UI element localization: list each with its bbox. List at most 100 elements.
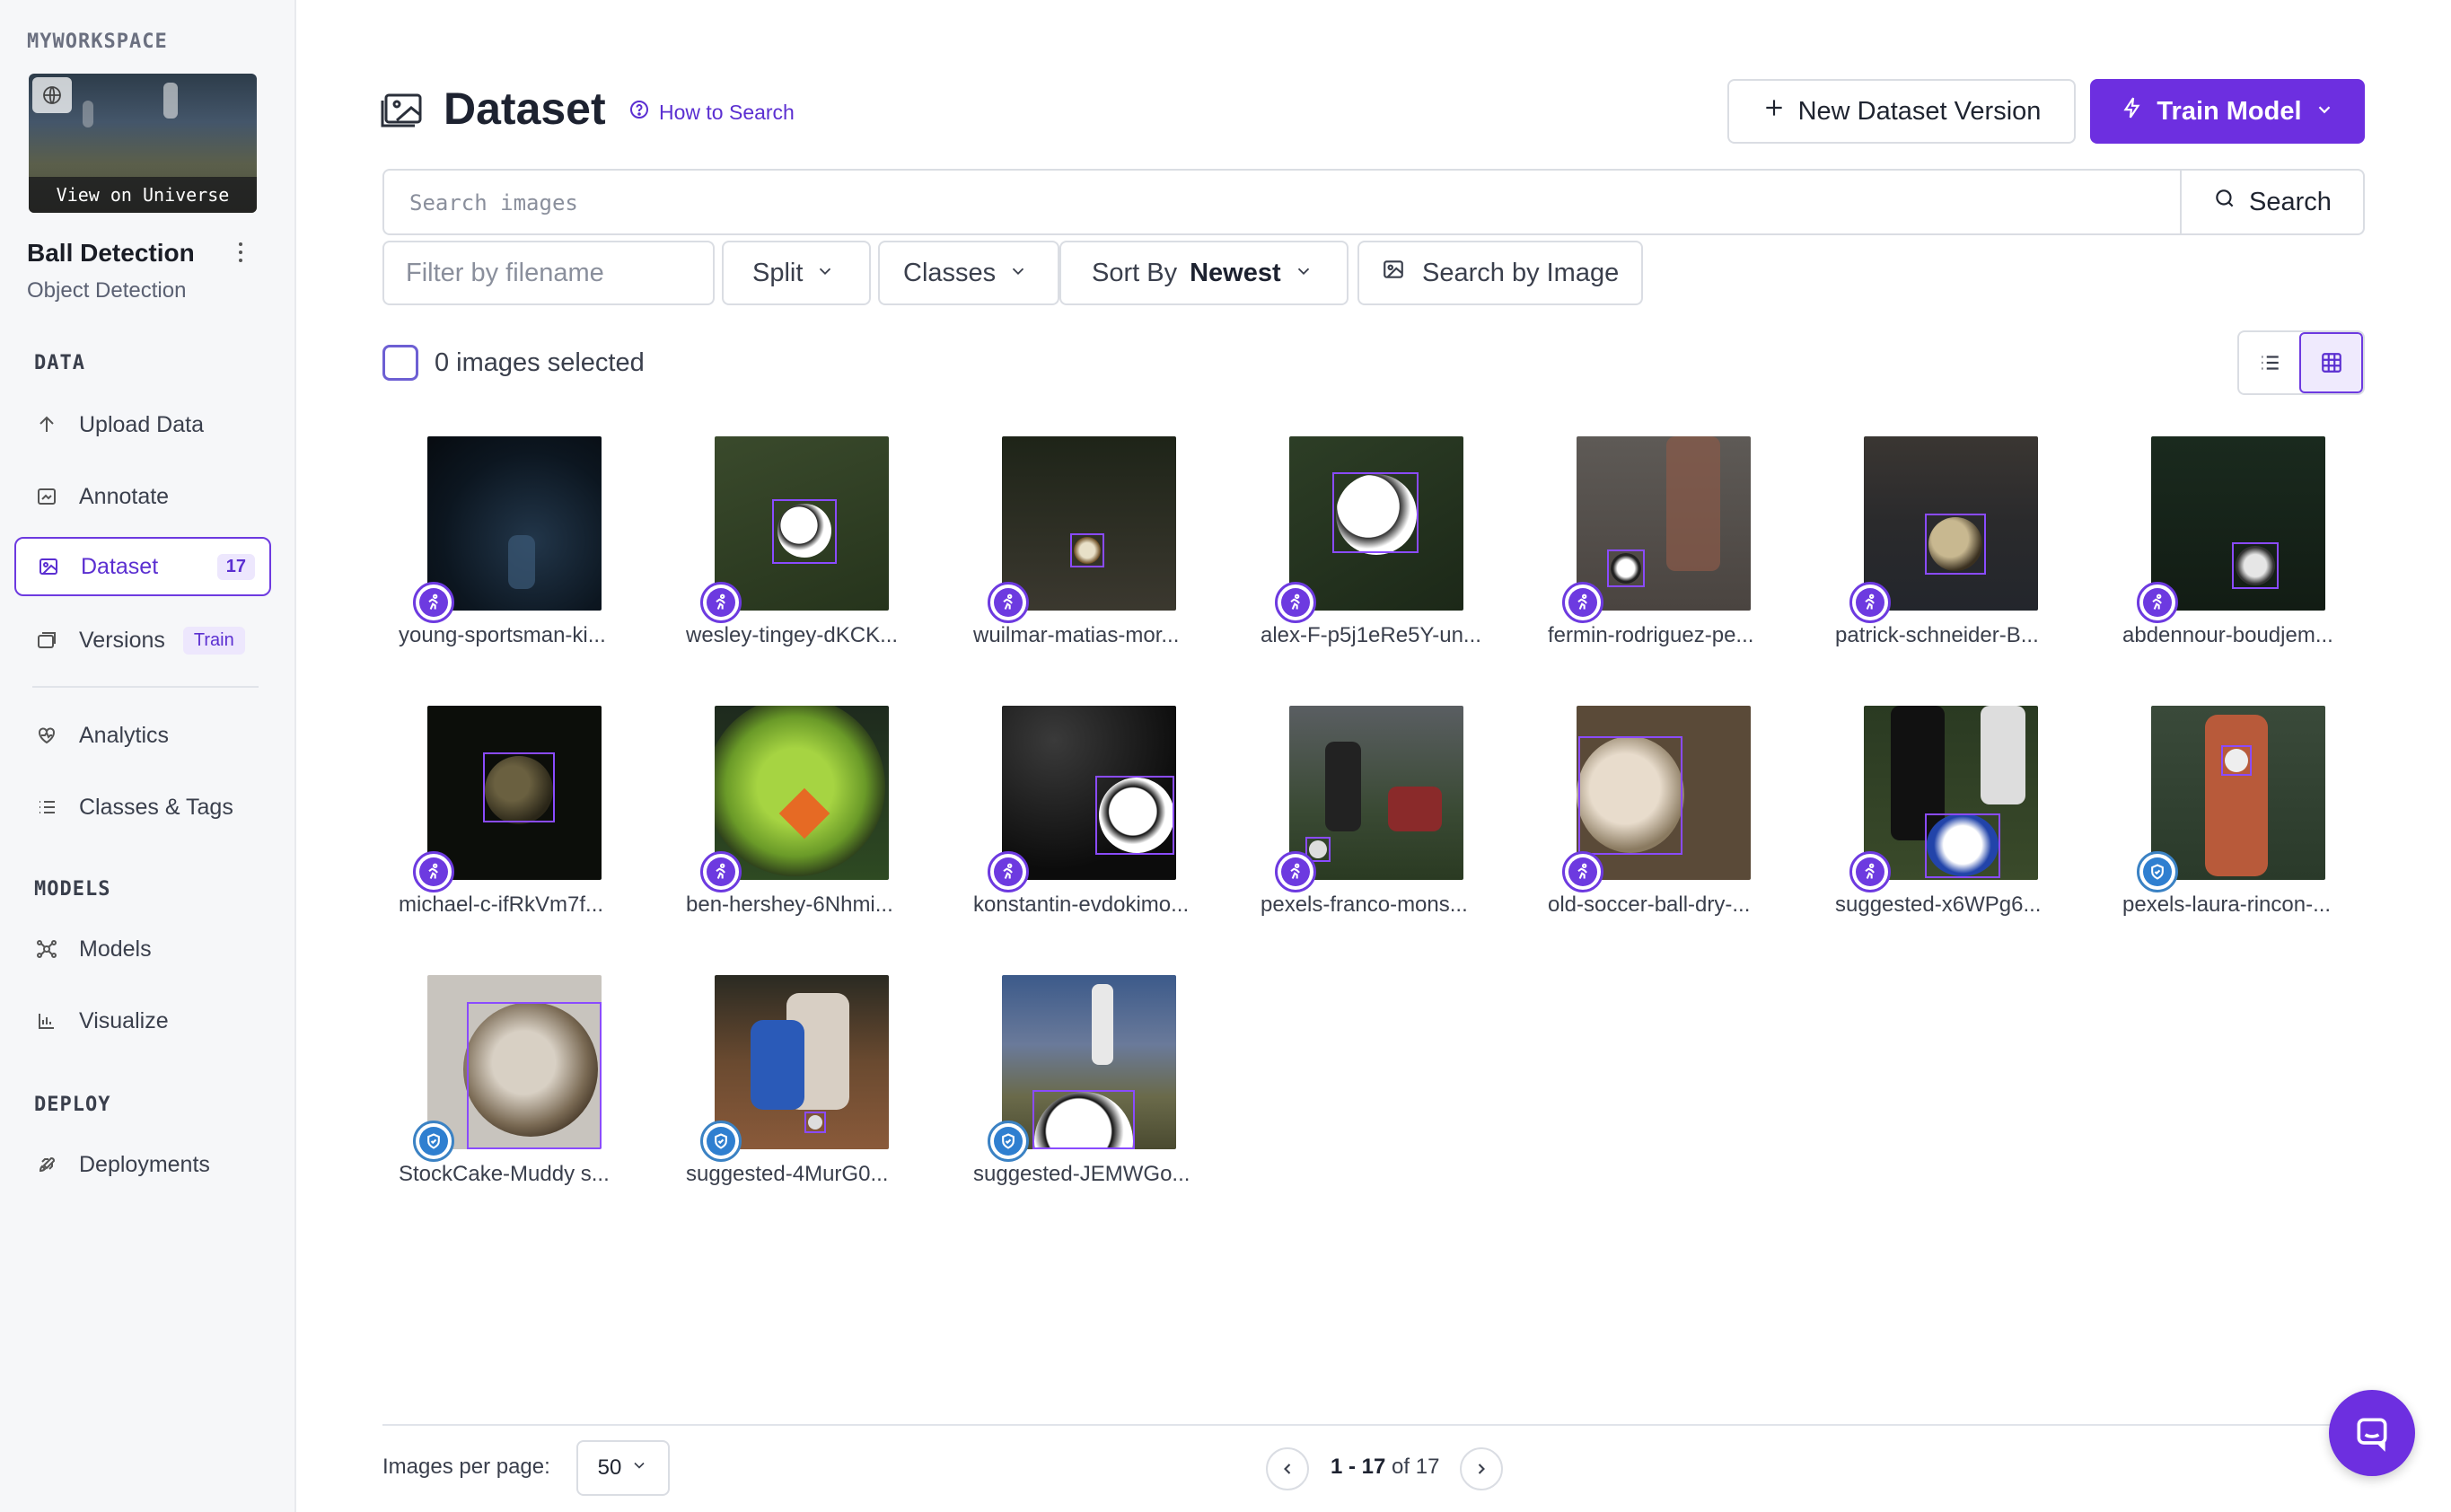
approved-status-icon: [988, 1121, 1029, 1162]
annotating-status-icon: [700, 851, 742, 892]
view-on-universe-link[interactable]: View on Universe: [29, 177, 257, 213]
sidebar-item-models[interactable]: Models: [14, 919, 271, 979]
how-to-search-label: How to Search: [659, 100, 795, 124]
chat-button[interactable]: [2329, 1390, 2415, 1476]
models-icon: [34, 936, 59, 962]
versions-icon: [34, 628, 59, 653]
image-thumbnail: [2151, 706, 2325, 880]
sidebar-divider: [32, 686, 259, 688]
sidebar-item-annotate[interactable]: Annotate: [14, 467, 271, 526]
project-thumbnail[interactable]: View on Universe: [29, 74, 257, 213]
search-by-image-button[interactable]: Search by Image: [1357, 241, 1643, 305]
sort-label: Sort By: [1092, 258, 1178, 287]
sort-dropdown[interactable]: Sort By Newest: [1059, 241, 1348, 305]
image-tile[interactable]: konstantin-evdokimo...: [957, 706, 1226, 921]
image-tile[interactable]: suggested-x6WPg6...: [1819, 706, 2088, 921]
image-tile[interactable]: patrick-schneider-B...: [1819, 436, 2088, 652]
per-page-select[interactable]: 50: [576, 1440, 670, 1496]
image-thumbnail: [1864, 706, 2038, 880]
image-tile[interactable]: ben-hershey-6Nhmi...: [670, 706, 939, 921]
dataset-count-badge: 17: [216, 553, 255, 580]
image-tile[interactable]: pexels-franco-mons...: [1244, 706, 1514, 921]
sidebar-item-label: Dataset: [81, 553, 159, 579]
thumbnail-figure: [83, 101, 93, 127]
chevron-down-icon: [1008, 259, 1028, 288]
chevron-down-icon: [1294, 259, 1313, 288]
image-tile[interactable]: alex-F-p5j1eRe5Y-un...: [1244, 436, 1514, 652]
image-filename: suggested-JEMWGo...: [973, 1162, 1190, 1186]
section-deploy: DEPLOY: [34, 1094, 111, 1116]
project-type: Object Detection: [27, 278, 187, 303]
image-tile[interactable]: abdennour-boudjem...: [2106, 436, 2376, 652]
footer-divider: [382, 1424, 2365, 1426]
image-icon: [1381, 258, 1406, 288]
image-thumbnail: [1289, 706, 1463, 880]
page-total: of 17: [1392, 1455, 1440, 1479]
next-page-button[interactable]: [1460, 1447, 1503, 1490]
annotating-status-icon: [988, 851, 1029, 892]
filename-filter-input[interactable]: [406, 258, 702, 288]
image-thumbnail: [715, 706, 889, 880]
sidebar-item-analytics[interactable]: Analytics: [14, 706, 271, 765]
image-tile[interactable]: fermin-rodriguez-pe...: [1532, 436, 1801, 652]
image-thumbnail: [1864, 436, 2038, 611]
image-thumbnail: [1289, 436, 1463, 611]
image-filename: alex-F-p5j1eRe5Y-un...: [1261, 623, 1481, 647]
image-thumbnail: [715, 436, 889, 611]
annotating-status-icon: [1562, 851, 1603, 892]
sidebar-item-versions[interactable]: Versions Train: [14, 611, 271, 670]
sidebar-item-dataset[interactable]: Dataset 17: [14, 537, 271, 596]
classes-dropdown[interactable]: Classes: [878, 241, 1059, 305]
image-filename: young-sportsman-ki...: [399, 623, 606, 647]
image-tile[interactable]: suggested-JEMWGo...: [957, 975, 1226, 1191]
annotating-status-icon: [413, 582, 454, 623]
image-tile[interactable]: suggested-4MurG0...: [670, 975, 939, 1191]
filename-filter: [382, 241, 715, 305]
sidebar-item-label: Visualize: [79, 1007, 169, 1033]
image-thumbnail: [1577, 706, 1751, 880]
image-filename: wesley-tingey-dKCK...: [686, 623, 899, 647]
image-thumbnail: [1002, 706, 1176, 880]
image-icon: [36, 554, 61, 579]
image-tile[interactable]: wuilmar-matias-mor...: [957, 436, 1226, 652]
search-button[interactable]: Search: [2180, 171, 2363, 233]
heart-pulse-icon: [34, 723, 59, 748]
per-page-value: 50: [597, 1455, 622, 1480]
annotating-status-icon: [413, 851, 454, 892]
train-model-button[interactable]: Train Model: [2090, 79, 2365, 144]
search-input[interactable]: [409, 187, 2115, 219]
how-to-search-link[interactable]: How to Search: [628, 99, 795, 126]
annotating-status-icon: [1562, 582, 1603, 623]
image-tile[interactable]: wesley-tingey-dKCK...: [670, 436, 939, 652]
image-tile[interactable]: old-soccer-ball-dry-...: [1532, 706, 1801, 921]
view-toggle: [2237, 330, 2365, 395]
image-tile[interactable]: michael-c-ifRkVm7f...: [382, 706, 652, 921]
per-page-label: Images per page:: [382, 1455, 550, 1479]
select-all-checkbox[interactable]: [382, 345, 418, 381]
prev-page-button[interactable]: [1266, 1447, 1309, 1490]
split-dropdown[interactable]: Split: [722, 241, 871, 305]
sidebar-item-upload[interactable]: Upload Data: [14, 395, 271, 454]
sidebar-item-classes[interactable]: Classes & Tags: [14, 778, 271, 837]
image-tile[interactable]: pexels-laura-rincon-...: [2106, 706, 2376, 921]
section-data: DATA: [34, 352, 85, 374]
list-view-button[interactable]: [2239, 332, 2299, 393]
image-tile[interactable]: StockCake-Muddy s...: [382, 975, 652, 1191]
image-tile[interactable]: young-sportsman-ki...: [382, 436, 652, 652]
annotating-status-icon: [1849, 851, 1891, 892]
image-thumbnail: [427, 975, 602, 1149]
workspace-label[interactable]: MYWORKSPACE: [27, 31, 168, 53]
new-dataset-version-button[interactable]: New Dataset Version: [1727, 79, 2076, 144]
sidebar-item-deployments[interactable]: Deployments: [14, 1135, 271, 1194]
section-models: MODELS: [34, 878, 111, 901]
annotating-status-icon: [700, 582, 742, 623]
images-icon: [381, 92, 424, 129]
image-thumbnail: [1002, 975, 1176, 1149]
select-all: 0 images selected: [382, 345, 645, 381]
globe-icon: [32, 77, 72, 113]
search-bar: Search: [382, 169, 2365, 235]
plus-icon: [1762, 96, 1786, 127]
grid-view-button[interactable]: [2299, 332, 2363, 393]
sidebar-item-visualize[interactable]: Visualize: [14, 991, 271, 1050]
more-vertical-icon[interactable]: [232, 237, 250, 268]
